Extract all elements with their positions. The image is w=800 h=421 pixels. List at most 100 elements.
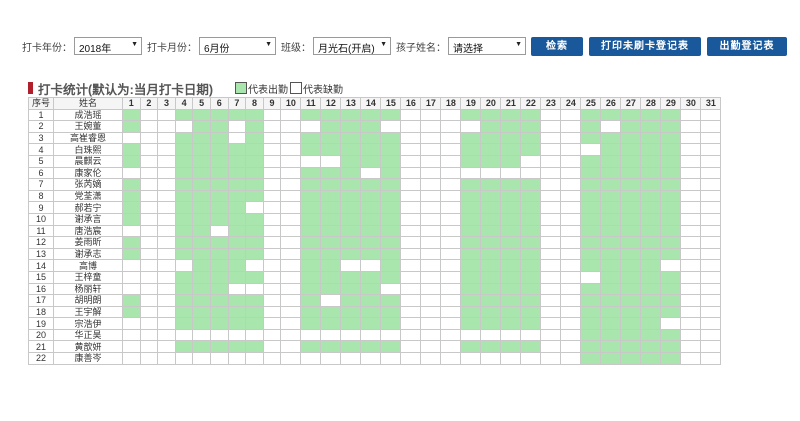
present-cell [227, 201, 247, 214]
class-label: 班级： [281, 42, 311, 54]
present-cell [580, 201, 602, 214]
absent-cell [122, 270, 141, 284]
present-cell [380, 166, 402, 180]
absent-cell [139, 282, 159, 296]
day-header: 17 [420, 97, 442, 110]
absent-cell [139, 154, 159, 168]
present-cell [227, 143, 247, 156]
present-cell [580, 294, 602, 307]
present-cell [480, 143, 502, 156]
absent-cell [360, 352, 382, 365]
present-cell [480, 340, 502, 354]
absent-cell [420, 247, 442, 261]
title-marker [28, 82, 33, 94]
present-cell [340, 294, 362, 307]
child-name: 康善岑 [53, 352, 123, 365]
present-cell [227, 247, 247, 261]
present-cell [520, 270, 542, 284]
absent-cell [700, 270, 722, 284]
present-cell [245, 108, 264, 122]
present-cell [300, 212, 322, 226]
present-cell [340, 131, 362, 145]
present-cell [174, 247, 194, 261]
present-cell [245, 143, 264, 156]
absent-cell [280, 154, 302, 168]
search-button[interactable]: 检索 [531, 36, 583, 56]
table-row: 21 黄歆妍 [28, 340, 722, 354]
present-cell [340, 247, 362, 261]
present-cell [192, 270, 211, 284]
absent-cell [139, 294, 159, 307]
attendance-sheet-button[interactable]: 出勤登记表 [707, 36, 787, 56]
absent-cell [262, 352, 282, 365]
absent-cell [174, 259, 194, 272]
absent-cell [157, 305, 176, 319]
absent-cell [280, 143, 302, 156]
present-cell [122, 154, 141, 168]
absent-cell [139, 178, 159, 191]
absent-cell [280, 212, 302, 226]
absent-cell [560, 108, 582, 122]
absent-cell [440, 259, 462, 272]
absent-cell [440, 352, 462, 365]
present-cell [360, 236, 382, 249]
present-cell [500, 282, 522, 296]
present-cell [174, 317, 194, 330]
present-cell [480, 120, 502, 133]
absent-cell [460, 166, 482, 180]
present-cell [640, 317, 662, 330]
present-cell [209, 154, 229, 168]
absent-cell [420, 131, 442, 145]
absent-cell [360, 259, 382, 272]
present-cell [122, 189, 141, 203]
present-cell [300, 236, 322, 249]
absent-cell [122, 340, 141, 354]
absent-cell [400, 178, 422, 191]
present-cell [360, 143, 382, 156]
month-select[interactable]: 6月份 ▼ [199, 37, 276, 55]
present-cell [600, 166, 622, 180]
present-cell [460, 201, 482, 214]
present-cell [320, 178, 342, 191]
year-select[interactable]: 2018年 ▼ [74, 37, 142, 55]
present-cell [192, 224, 211, 238]
absent-cell [400, 236, 422, 249]
absent-cell [680, 259, 702, 272]
absent-cell [157, 259, 176, 272]
present-cell [360, 340, 382, 354]
present-cell [640, 178, 662, 191]
present-cell [320, 201, 342, 214]
absent-cell [192, 352, 211, 365]
absent-cell [157, 201, 176, 214]
present-cell [660, 224, 682, 238]
present-cell [340, 212, 362, 226]
absent-cell [700, 305, 722, 319]
absent-cell [440, 154, 462, 168]
present-cell [520, 294, 542, 307]
absent-cell [139, 247, 159, 261]
present-cell [227, 236, 247, 249]
absent-cell [440, 178, 462, 191]
absent-cell [139, 143, 159, 156]
present-cell [380, 305, 402, 319]
present-cell [460, 236, 482, 249]
present-cell [520, 236, 542, 249]
absent-cell [400, 305, 422, 319]
child-select[interactable]: 请选择 ▼ [448, 37, 526, 55]
absent-cell [540, 178, 562, 191]
present-cell [360, 131, 382, 145]
present-cell [600, 282, 622, 296]
present-cell [227, 270, 247, 284]
print-unswiped-button[interactable]: 打印未刷卡登记表 [589, 36, 701, 56]
absent-cell [380, 282, 402, 296]
absent-cell [139, 189, 159, 203]
present-cell [640, 108, 662, 122]
child-name: 唐浩宸 [53, 224, 123, 238]
present-cell [209, 247, 229, 261]
day-header: 27 [620, 97, 642, 110]
class-select[interactable]: 月光石(开启) ▼ [313, 37, 391, 55]
present-cell [480, 236, 502, 249]
present-cell [480, 270, 502, 284]
absent-cell [700, 131, 722, 145]
absent-cell [560, 120, 582, 133]
